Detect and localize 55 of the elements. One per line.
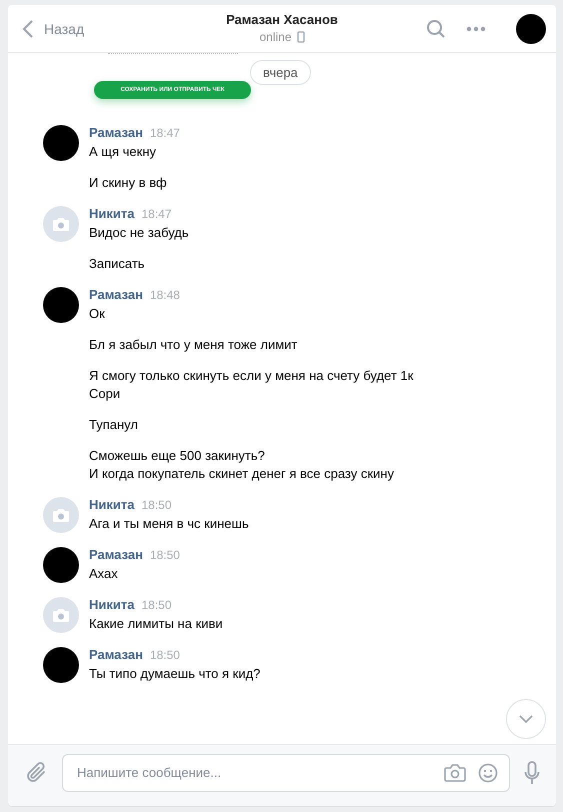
message-input[interactable]: Напишите сообщение... <box>62 754 510 792</box>
sender-name[interactable]: Рамазан <box>89 287 143 302</box>
avatar[interactable] <box>43 647 79 683</box>
microphone-icon[interactable] <box>524 760 540 784</box>
message-time: 18:50 <box>150 548 180 562</box>
message-text: Тупанул <box>89 416 139 434</box>
message-text: Ты типо думаешь что я кид? <box>89 665 262 683</box>
camera-icon <box>52 508 70 522</box>
message-time: 18:50 <box>150 648 180 662</box>
online-status: online <box>259 30 292 44</box>
phone-icon <box>296 31 305 43</box>
message-text: Ахах <box>89 565 119 583</box>
chevron-down-icon <box>519 715 533 723</box>
sender-name[interactable]: Рамазан <box>89 547 143 562</box>
message-text: Какие лимиты на киви <box>89 615 224 633</box>
more-icon[interactable] <box>466 26 486 32</box>
message-text: А щя чекну <box>89 143 157 161</box>
avatar[interactable] <box>43 125 79 161</box>
message-text: Ага и ты меня в чс кинешь <box>89 515 250 533</box>
message-text: И скину в вф <box>89 174 168 192</box>
sender-name[interactable]: Рамазан <box>89 125 143 140</box>
date-pill: вчера <box>250 60 311 85</box>
avatar[interactable] <box>516 14 546 44</box>
avatar-placeholder[interactable] <box>43 206 79 242</box>
emoji-icon[interactable] <box>478 762 498 782</box>
message-text: Я смогу только скинуть если у меня на счету будет 1к <box>89 367 414 385</box>
search-icon[interactable] <box>426 18 446 38</box>
camera-icon <box>52 608 70 622</box>
message-text: Сори <box>89 385 122 403</box>
message-time: 18:50 <box>141 598 172 612</box>
chat-title: Рамазан Хасанов <box>226 12 338 27</box>
message-text: Ок <box>89 305 106 323</box>
message-text: Бл я забыл что у меня тоже лимит <box>89 336 298 354</box>
message-text: Сможешь еще 500 закинуть? <box>89 447 266 465</box>
message-time: 18:47 <box>150 126 180 140</box>
avatar[interactable] <box>43 287 79 323</box>
sender-name[interactable]: Никита <box>89 497 134 512</box>
message-text: Записать <box>89 255 146 273</box>
back-link[interactable]: Назад <box>22 18 84 38</box>
avatar-placeholder[interactable] <box>43 497 79 533</box>
avatar-placeholder[interactable] <box>43 597 79 633</box>
scroll-down-button[interactable] <box>506 699 546 739</box>
back-label: Назад <box>44 20 84 36</box>
camera-icon[interactable] <box>444 764 466 782</box>
message-text: Видос не забудь <box>89 224 190 242</box>
message-time: 18:47 <box>141 207 172 221</box>
sender-name[interactable]: Рамазан <box>89 647 143 662</box>
sender-name[interactable]: Никита <box>89 206 134 221</box>
message-time: 18:50 <box>141 498 172 512</box>
message-text: И когда покупатель скинет денег я все сразу скину <box>89 465 395 483</box>
sender-name[interactable]: Никита <box>89 597 134 612</box>
attach-icon[interactable] <box>26 760 48 784</box>
avatar[interactable] <box>43 547 79 583</box>
camera-icon <box>52 216 70 232</box>
message-time: 18:48 <box>150 288 180 302</box>
